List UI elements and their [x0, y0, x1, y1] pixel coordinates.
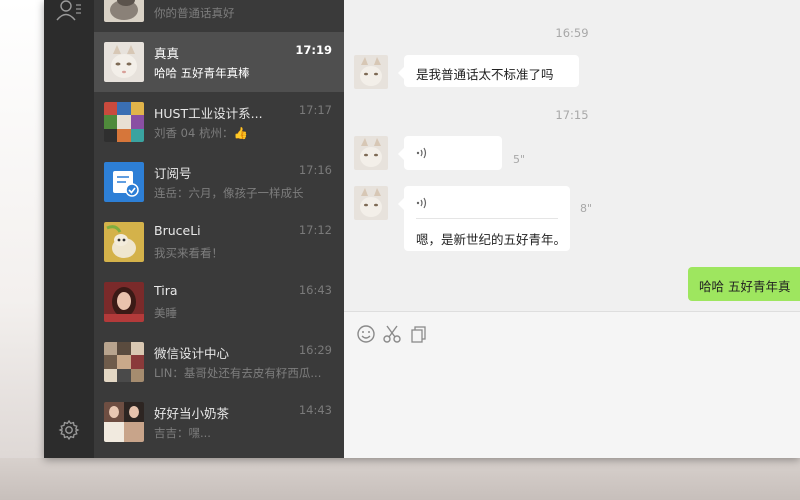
- message-timestamp: 16:59: [555, 26, 589, 40]
- chat-name: HUST工业设计系...: [154, 106, 263, 121]
- desktop-background: [0, 458, 800, 500]
- side-rail: [44, 0, 94, 458]
- chat-preview: 吉吉：嘿...: [154, 426, 211, 440]
- chat-item[interactable]: 微信设计中心 16:29 LIN：基哥处还有去皮有籽西瓜...: [94, 332, 344, 392]
- chat-preview: 连岳：六月，像孩子一样成长: [154, 186, 304, 200]
- file-icon[interactable]: [409, 324, 429, 344]
- message-timestamp: 17:15: [555, 108, 589, 122]
- chat-item[interactable]: 你的普通话真好: [94, 0, 344, 32]
- avatar: [104, 402, 144, 442]
- chat-item[interactable]: 好好当小奶茶 14:43 吉吉：嘿...: [94, 392, 344, 452]
- settings-gear-icon[interactable]: [58, 419, 80, 441]
- voice-message-bubble[interactable]: [398, 136, 502, 170]
- message-text: 是我普通话太不标准了吗: [416, 67, 554, 82]
- message-bubble[interactable]: 是我普通话太不标准了吗: [398, 55, 579, 87]
- chat-name: 微信设计中心: [154, 346, 230, 361]
- chat-time: 17:17: [298, 103, 332, 117]
- chat-preview: LIN：基哥处还有去皮有籽西瓜...: [154, 366, 322, 380]
- contact-avatar[interactable]: [354, 55, 388, 89]
- chat-item[interactable]: BruceLi 17:12 我买来看看！: [94, 212, 344, 272]
- message-input-area[interactable]: [344, 311, 800, 458]
- contact-avatar[interactable]: [354, 186, 388, 220]
- chat-preview: 美睡: [154, 306, 177, 320]
- chat-preview: 你的普通话真好: [154, 6, 235, 20]
- chat-item[interactable]: HUST工业设计系... 17:17 刘香 04 杭州：👍: [94, 92, 344, 152]
- contacts-icon[interactable]: [56, 0, 82, 22]
- chat-item-active[interactable]: 真真 17:19 哈哈 五好青年真棒: [94, 32, 344, 92]
- chat-time: 17:19: [295, 43, 332, 57]
- my-message-bubble[interactable]: 哈哈 五好青年真: [688, 267, 800, 301]
- wechat-window: 你的普通话真好 真真 17:19 哈哈 五好青年真棒 HUST工业设计系... …: [44, 0, 800, 458]
- chat-list: 你的普通话真好 真真 17:19 哈哈 五好青年真棒 HUST工业设计系... …: [94, 0, 344, 458]
- contact-avatar[interactable]: [354, 136, 388, 170]
- avatar: [104, 42, 144, 82]
- subscription-icon: [104, 162, 144, 202]
- chat-time: 16:29: [298, 343, 332, 357]
- chat-time: 16:43: [298, 283, 332, 297]
- avatar: [104, 282, 144, 322]
- avatar: [104, 222, 144, 262]
- chat-item[interactable]: 订阅号 17:16 连岳：六月，像孩子一样成长: [94, 152, 344, 212]
- voice-transcribed-bubble[interactable]: 嗯，是新世纪的五好青年。: [398, 186, 570, 251]
- chat-preview-text: 刘香 04 杭州：: [154, 126, 234, 140]
- chat-preview: 我买来看看！: [154, 246, 223, 260]
- chat-name: 订阅号: [154, 166, 192, 181]
- chat-name: Tira: [154, 283, 178, 298]
- divider: [416, 218, 558, 219]
- avatar: [104, 342, 144, 382]
- transcribed-text: 嗯，是新世纪的五好青年。: [416, 232, 567, 247]
- chat-time: 17:12: [298, 223, 332, 237]
- chat-time: 17:16: [298, 163, 332, 177]
- chat-preview: 刘香 04 杭州：👍: [154, 125, 334, 141]
- emoji-icon[interactable]: [356, 324, 376, 344]
- voice-duration: 5": [513, 153, 526, 166]
- screenshot-scissors-icon[interactable]: [382, 324, 402, 344]
- chat-item[interactable]: Tira 16:43 美睡: [94, 272, 344, 332]
- chat-preview: 哈哈 五好青年真棒: [154, 66, 250, 80]
- voice-wave-icon: [416, 147, 427, 159]
- message-text: 哈哈 五好青年真: [699, 279, 791, 294]
- conversation-pane: 16:59 是我普通话太不标准了吗 17:15 5" 嗯，是新世纪的五好青年。 …: [344, 0, 800, 458]
- avatar: [104, 0, 144, 22]
- voice-duration: 8": [580, 202, 593, 215]
- chat-time: 14:43: [298, 403, 332, 417]
- avatar: [104, 102, 144, 142]
- chat-name: 好好当小奶茶: [154, 406, 230, 421]
- chat-name: 真真: [154, 46, 180, 61]
- voice-wave-icon: [416, 197, 427, 209]
- chat-name: BruceLi: [154, 223, 201, 238]
- thumbs-up-icon: 👍: [233, 126, 248, 140]
